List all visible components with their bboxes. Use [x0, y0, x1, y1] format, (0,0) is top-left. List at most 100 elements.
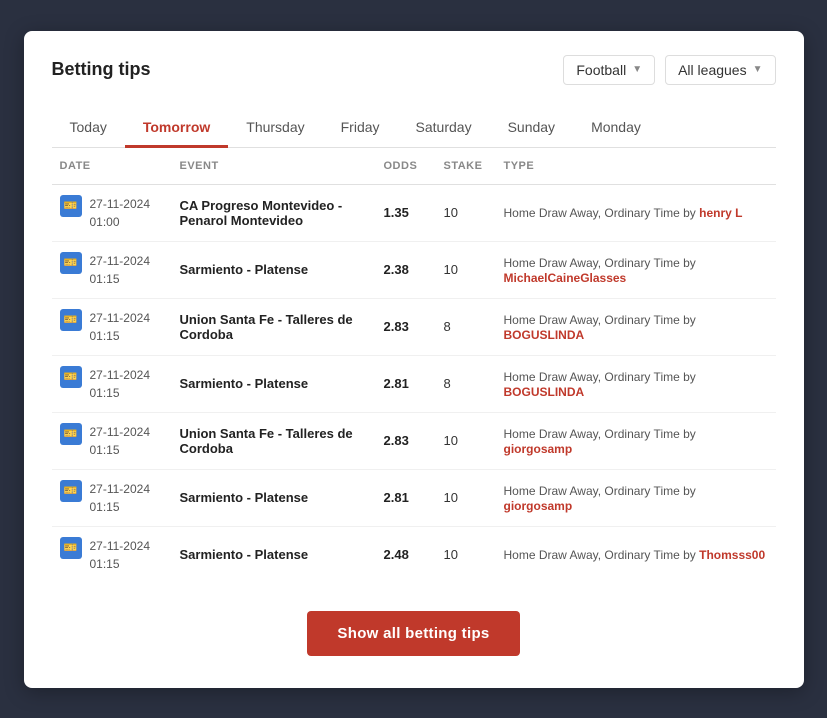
- date-value: 27-11-202401:15: [90, 480, 151, 516]
- stake-value: 8: [444, 376, 451, 391]
- event-name: Sarmiento - Platense: [180, 376, 309, 391]
- cell-stake: 10: [436, 241, 496, 298]
- odds-value: 2.48: [384, 547, 409, 562]
- stake-value: 10: [444, 433, 458, 448]
- date-value: 27-11-202401:15: [90, 309, 151, 345]
- table-row: 🎫 27-11-202401:15 Sarmiento - Platense 2.…: [52, 241, 776, 298]
- odds-value: 2.81: [384, 490, 409, 505]
- tab-thursday[interactable]: Thursday: [228, 109, 322, 148]
- football-label: Football: [576, 62, 626, 78]
- cell-type: Home Draw Away, Ordinary Time by henry L: [496, 184, 776, 241]
- football-dropdown-arrow: ▼: [632, 64, 642, 75]
- leagues-label: All leagues: [678, 62, 747, 78]
- tab-today[interactable]: Today: [52, 109, 125, 148]
- type-text: Home Draw Away, Ordinary Time by Thomsss…: [504, 548, 766, 562]
- col-header-date: DATE: [52, 148, 172, 185]
- stake-value: 10: [444, 262, 458, 277]
- cell-odds: 2.81: [376, 469, 436, 526]
- stake-value: 10: [444, 547, 458, 562]
- ticket-icon: 🎫: [60, 366, 82, 388]
- cell-stake: 10: [436, 184, 496, 241]
- cell-stake: 10: [436, 412, 496, 469]
- user-link[interactable]: giorgosamp: [504, 499, 573, 513]
- ticket-icon: 🎫: [60, 537, 82, 559]
- leagues-dropdown-arrow: ▼: [753, 64, 763, 75]
- table-row: 🎫 27-11-202401:15 Sarmiento - Platense 2.…: [52, 469, 776, 526]
- cell-event: Union Santa Fe - Talleres de Cordoba: [172, 412, 376, 469]
- ticket-icon: 🎫: [60, 423, 82, 445]
- tab-monday[interactable]: Monday: [573, 109, 659, 148]
- cell-stake: 10: [436, 469, 496, 526]
- odds-value: 2.83: [384, 433, 409, 448]
- type-text: Home Draw Away, Ordinary Time by giorgos…: [504, 484, 696, 513]
- date-value: 27-11-202401:00: [90, 195, 151, 231]
- card-header: Betting tips Football ▼ All leagues ▼: [52, 55, 776, 85]
- stake-value: 8: [444, 319, 451, 334]
- cell-odds: 2.83: [376, 412, 436, 469]
- event-name: Sarmiento - Platense: [180, 547, 309, 562]
- tab-friday[interactable]: Friday: [323, 109, 398, 148]
- cell-stake: 8: [436, 355, 496, 412]
- date-value: 27-11-202401:15: [90, 423, 151, 459]
- cell-date: 🎫 27-11-202401:15: [52, 298, 172, 355]
- betting-tips-card: Betting tips Football ▼ All leagues ▼ To…: [24, 31, 804, 688]
- ticket-icon: 🎫: [60, 480, 82, 502]
- odds-value: 2.81: [384, 376, 409, 391]
- col-header-event: EVENT: [172, 148, 376, 185]
- table-row: 🎫 27-11-202401:15 Union Santa Fe - Talle…: [52, 412, 776, 469]
- ticket-icon: 🎫: [60, 195, 82, 217]
- cell-event: Sarmiento - Platense: [172, 526, 376, 583]
- odds-value: 1.35: [384, 205, 409, 220]
- cell-date: 🎫 27-11-202401:15: [52, 412, 172, 469]
- event-name: Union Santa Fe - Talleres de Cordoba: [180, 312, 353, 342]
- table-body: 🎫 27-11-202401:00 CA Progreso Montevideo…: [52, 184, 776, 583]
- odds-value: 2.38: [384, 262, 409, 277]
- cell-type: Home Draw Away, Ordinary Time by giorgos…: [496, 469, 776, 526]
- cell-event: Sarmiento - Platense: [172, 355, 376, 412]
- col-header-odds: ODDS: [376, 148, 436, 185]
- show-all-button[interactable]: Show all betting tips: [307, 611, 519, 656]
- cell-odds: 2.48: [376, 526, 436, 583]
- cell-event: Sarmiento - Platense: [172, 469, 376, 526]
- type-text: Home Draw Away, Ordinary Time by giorgos…: [504, 427, 696, 456]
- leagues-dropdown[interactable]: All leagues ▼: [665, 55, 775, 85]
- table-row: 🎫 27-11-202401:15 Union Santa Fe - Talle…: [52, 298, 776, 355]
- user-link[interactable]: henry L: [699, 206, 742, 220]
- user-link[interactable]: MichaelCaineGlasses: [504, 271, 627, 285]
- tab-tomorrow[interactable]: Tomorrow: [125, 109, 228, 148]
- cell-odds: 2.81: [376, 355, 436, 412]
- type-text: Home Draw Away, Ordinary Time by henry L: [504, 206, 743, 220]
- odds-value: 2.83: [384, 319, 409, 334]
- table-row: 🎫 27-11-202401:00 CA Progreso Montevideo…: [52, 184, 776, 241]
- table-header: DATE EVENT ODDS STAKE TYPE: [52, 148, 776, 185]
- header-controls: Football ▼ All leagues ▼: [563, 55, 775, 85]
- betting-table: DATE EVENT ODDS STAKE TYPE 🎫 27-11-20240…: [52, 148, 776, 583]
- type-text: Home Draw Away, Ordinary Time by BOGUSLI…: [504, 313, 696, 342]
- cell-stake: 8: [436, 298, 496, 355]
- cell-event: CA Progreso Montevideo - Penarol Montevi…: [172, 184, 376, 241]
- user-link[interactable]: BOGUSLINDA: [504, 328, 585, 342]
- user-link[interactable]: Thomsss00: [699, 548, 765, 562]
- cell-date: 🎫 27-11-202401:15: [52, 526, 172, 583]
- tab-sunday[interactable]: Sunday: [490, 109, 573, 148]
- table-row: 🎫 27-11-202401:15 Sarmiento - Platense 2.…: [52, 526, 776, 583]
- cell-date: 🎫 27-11-202401:15: [52, 355, 172, 412]
- user-link[interactable]: giorgosamp: [504, 442, 573, 456]
- stake-value: 10: [444, 490, 458, 505]
- event-name: Sarmiento - Platense: [180, 490, 309, 505]
- date-value: 27-11-202401:15: [90, 366, 151, 402]
- cell-type: Home Draw Away, Ordinary Time by BOGUSLI…: [496, 355, 776, 412]
- event-name: CA Progreso Montevideo - Penarol Montevi…: [180, 198, 343, 228]
- cell-event: Sarmiento - Platense: [172, 241, 376, 298]
- cell-stake: 10: [436, 526, 496, 583]
- cell-odds: 2.38: [376, 241, 436, 298]
- cell-odds: 2.83: [376, 298, 436, 355]
- cell-date: 🎫 27-11-202401:15: [52, 241, 172, 298]
- event-name: Sarmiento - Platense: [180, 262, 309, 277]
- football-dropdown[interactable]: Football ▼: [563, 55, 655, 85]
- tab-saturday[interactable]: Saturday: [398, 109, 490, 148]
- page-title: Betting tips: [52, 59, 151, 80]
- type-text: Home Draw Away, Ordinary Time by Michael…: [504, 256, 696, 285]
- user-link[interactable]: BOGUSLINDA: [504, 385, 585, 399]
- cell-odds: 1.35: [376, 184, 436, 241]
